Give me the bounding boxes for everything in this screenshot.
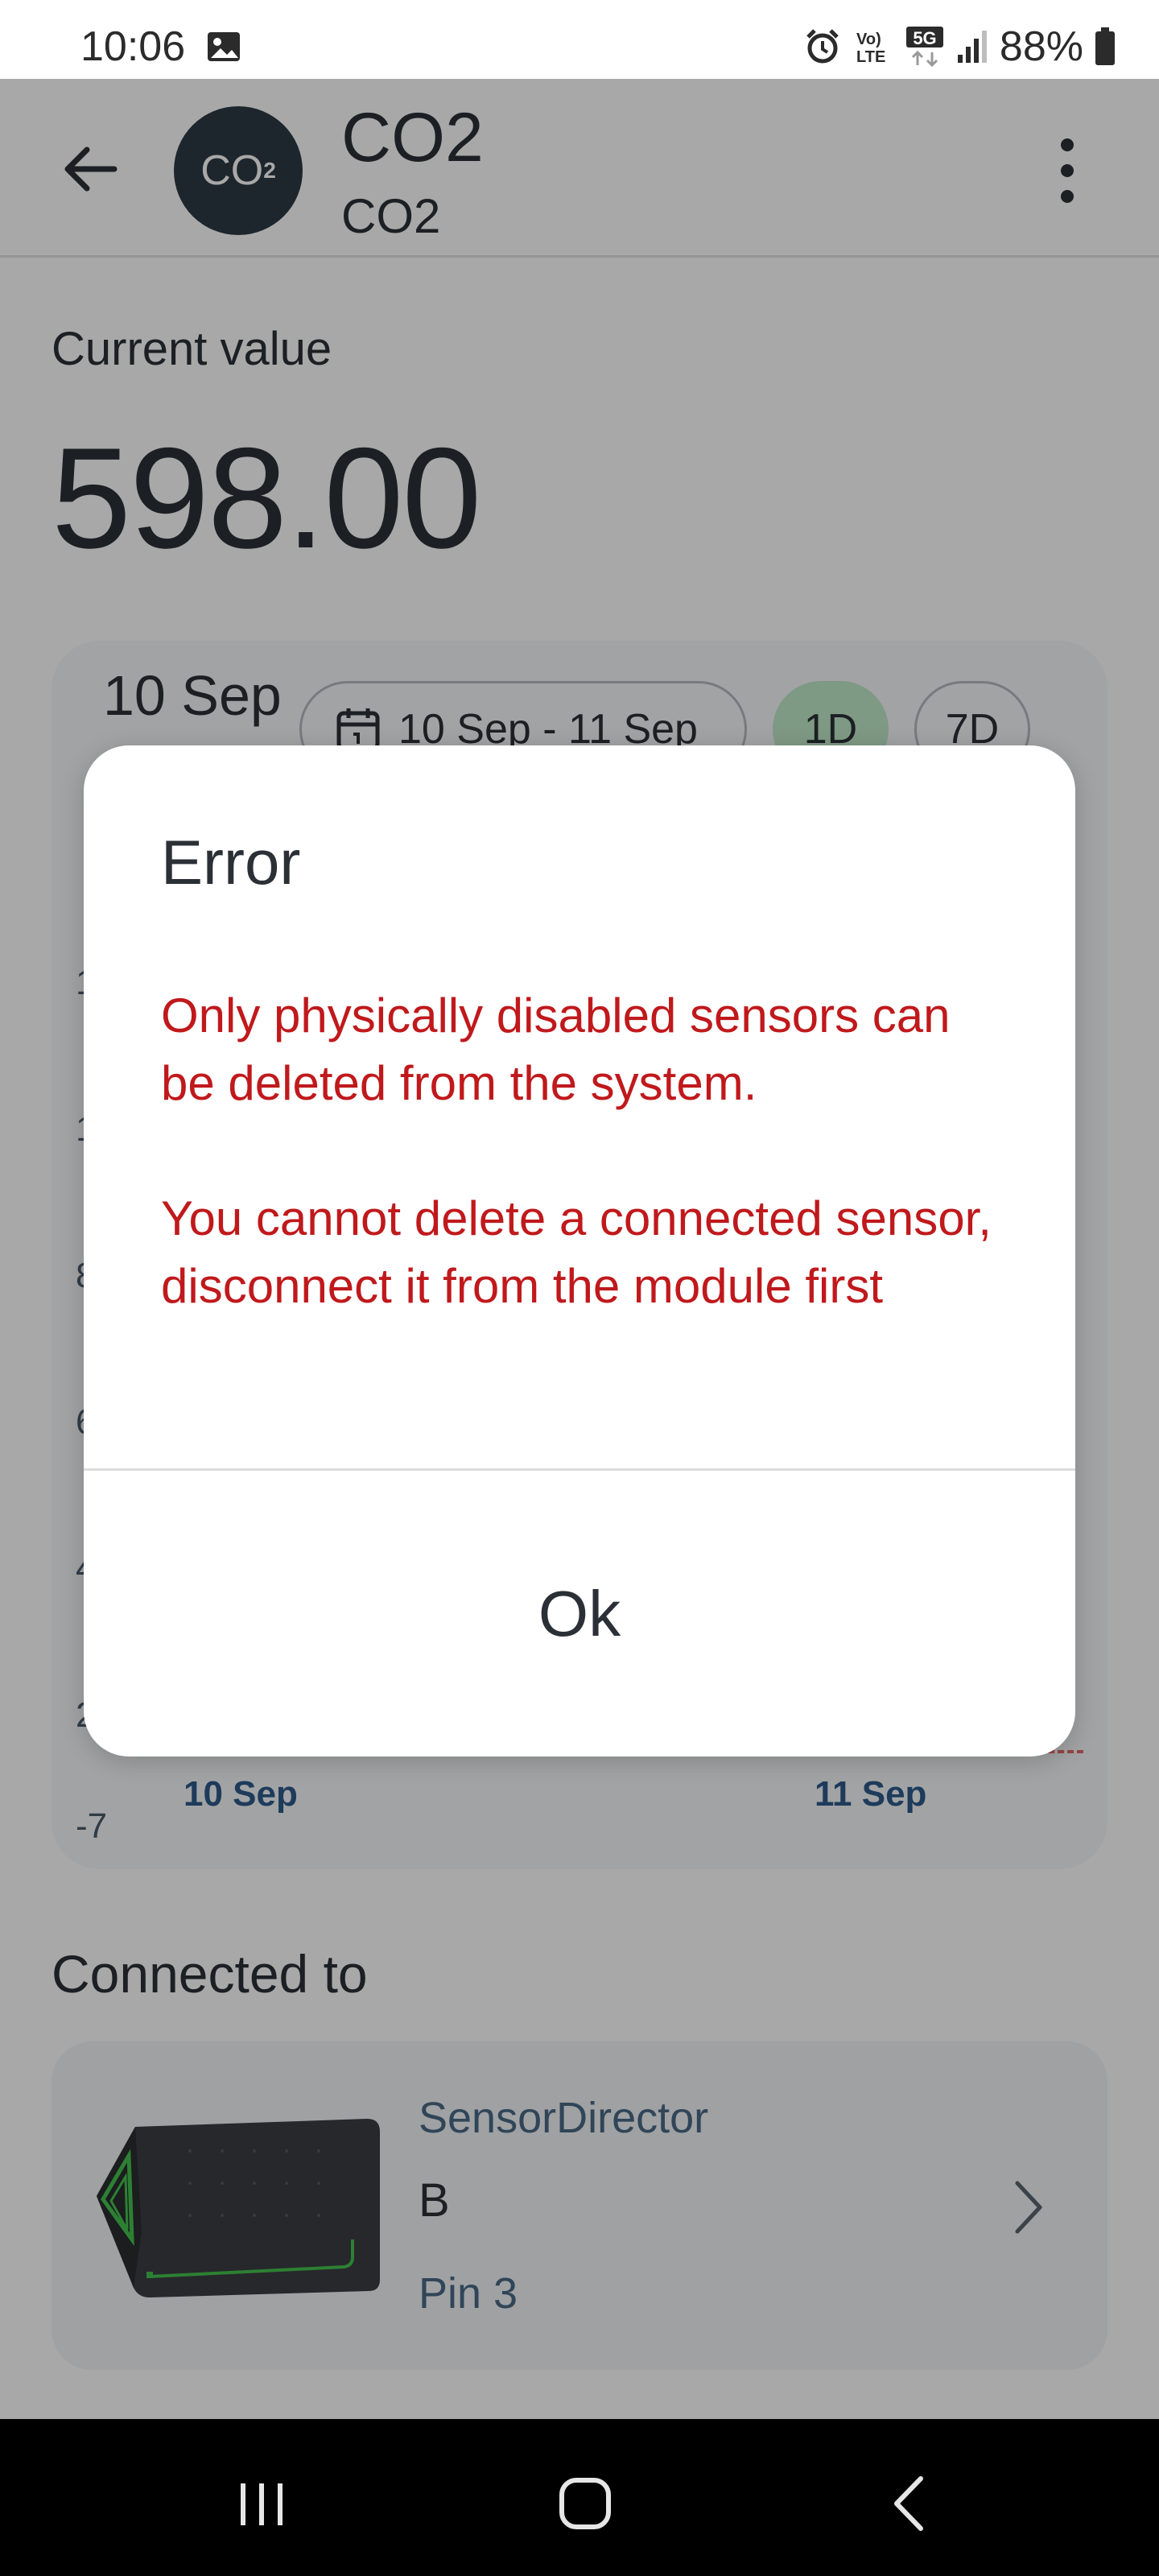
dialog-message-2: You cannot delete a connected sensor, di… [161,1191,992,1313]
system-navigation-bar [0,2419,1159,2576]
gallery-notification-icon [208,32,240,61]
svg-text:Vo): Vo) [856,31,881,48]
volte-icon: Vo) LTE [856,31,885,66]
home-icon[interactable] [549,2467,621,2540]
back-icon[interactable] [874,2467,947,2540]
battery-icon [1095,27,1115,65]
svg-text:5G: 5G [913,28,936,48]
status-bar: 10:06 Vo) LTE 5G 88% [0,0,1159,79]
signal-icon [957,31,987,63]
svg-text:LTE: LTE [856,48,885,66]
battery-percent: 88% [999,23,1083,70]
dialog-title: Error [161,827,301,898]
error-dialog: Error Only physically disabled sensors c… [84,745,1075,1757]
status-icons: Vo) LTE 5G 88% [803,23,1116,71]
5g-icon: 5G [905,27,943,68]
status-time: 10:06 [80,23,186,70]
ok-button[interactable]: Ok [84,1472,1075,1757]
dialog-divider [84,1468,1075,1471]
alarm-icon [806,29,839,64]
dialog-message-1: Only physically disabled sensors can be … [161,989,951,1110]
recent-apps-icon[interactable] [225,2467,298,2540]
